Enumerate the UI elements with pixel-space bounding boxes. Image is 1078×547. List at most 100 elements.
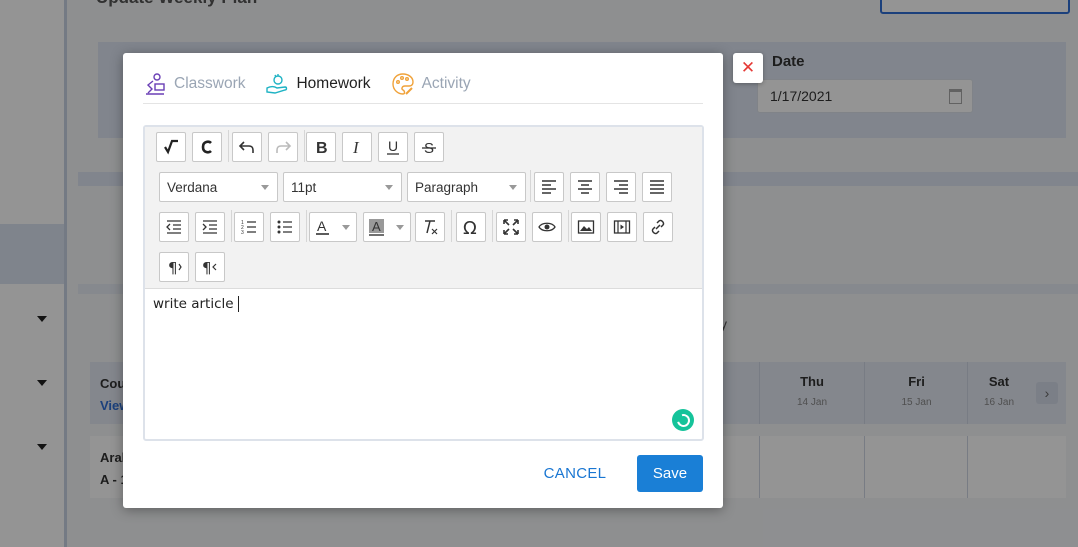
- indent-icon: [202, 220, 217, 234]
- block-format-select[interactable]: Paragraph: [407, 172, 526, 202]
- tab-label: Homework: [296, 75, 371, 92]
- preview-button[interactable]: [532, 212, 562, 242]
- background-color-button[interactable]: A: [363, 212, 411, 242]
- font-size-value: 11pt: [291, 180, 317, 195]
- toolbar-separator: [451, 210, 452, 242]
- activity-icon: [391, 73, 414, 95]
- text-color-icon: A: [316, 218, 329, 235]
- special-character-button[interactable]: Ω: [456, 212, 486, 242]
- italic-button[interactable]: I: [342, 132, 372, 162]
- align-left-icon: [542, 180, 556, 194]
- indent-button[interactable]: [195, 212, 225, 242]
- clear-formatting-icon: [425, 220, 438, 235]
- grammarly-icon[interactable]: [672, 409, 694, 431]
- close-icon[interactable]: ✕: [741, 58, 755, 77]
- italic-icon: I: [352, 138, 360, 156]
- numbered-list-icon: 123: [241, 220, 256, 236]
- svg-text:¶: ¶: [168, 259, 178, 276]
- undo-icon: [238, 141, 254, 153]
- toolbar-separator: [304, 130, 305, 162]
- editor-content[interactable]: write article: [153, 296, 239, 312]
- align-right-button[interactable]: [606, 172, 636, 202]
- numbered-list-button[interactable]: 123: [234, 212, 264, 242]
- close-button[interactable]: ✕: [733, 53, 763, 83]
- redo-icon: [276, 141, 292, 153]
- fullscreen-icon: [503, 219, 519, 235]
- outdent-button[interactable]: [159, 212, 189, 242]
- align-left-button[interactable]: [534, 172, 564, 202]
- eye-icon: [538, 222, 556, 232]
- bullet-list-button[interactable]: [270, 212, 300, 242]
- tab-classwork[interactable]: Classwork: [143, 72, 245, 96]
- math-button[interactable]: [156, 132, 186, 162]
- toolbar-separator: [228, 130, 229, 162]
- align-justify-button[interactable]: [642, 172, 672, 202]
- save-button[interactable]: Save: [637, 455, 703, 492]
- chemistry-button[interactable]: [192, 132, 222, 162]
- cancel-button[interactable]: CANCEL: [536, 455, 614, 491]
- svg-text:A: A: [317, 218, 327, 234]
- rich-text-editor: B I U S Verdana 11pt Paragraph 1 2 3 A A…: [143, 125, 704, 441]
- underline-icon: U: [387, 138, 399, 155]
- insert-media-button[interactable]: [607, 212, 637, 242]
- svg-text:U: U: [388, 138, 398, 154]
- fullscreen-button[interactable]: [496, 212, 526, 242]
- block-format-value: Paragraph: [415, 180, 479, 195]
- svg-text:A: A: [372, 219, 381, 234]
- chevron-down-icon: [396, 225, 404, 230]
- math-icon: [164, 139, 178, 155]
- paragraph-rtl-icon: ¶: [202, 259, 217, 276]
- font-family-select[interactable]: Verdana: [159, 172, 278, 202]
- toolbar-separator: [568, 210, 569, 242]
- redo-button[interactable]: [268, 132, 298, 162]
- clear-formatting-button[interactable]: [415, 212, 445, 242]
- chevron-down-icon: [385, 185, 393, 190]
- classwork-icon: [146, 73, 165, 95]
- font-family-value: Verdana: [167, 180, 218, 195]
- homework-modal: Classwork Homework Activity B I U S Verd…: [123, 53, 723, 508]
- strikethrough-button[interactable]: S: [414, 132, 444, 162]
- homework-icon: [266, 74, 288, 94]
- omega-icon: Ω: [463, 218, 477, 236]
- toolbar-separator: [231, 210, 232, 242]
- align-center-icon: [578, 180, 592, 194]
- link-icon: [651, 219, 665, 235]
- undo-button[interactable]: [232, 132, 262, 162]
- media-icon: [613, 220, 631, 234]
- tab-homework[interactable]: Homework: [265, 72, 371, 96]
- chevron-down-icon: [509, 185, 517, 190]
- insert-image-button[interactable]: [571, 212, 601, 242]
- text-color-button[interactable]: A: [309, 212, 357, 242]
- strikethrough-icon: S: [422, 140, 436, 156]
- editor-text[interactable]: write article: [153, 296, 234, 312]
- paragraph-ltr-icon: ¶: [168, 259, 182, 276]
- toolbar-separator: [492, 210, 493, 242]
- ltr-button[interactable]: ¶: [159, 252, 189, 282]
- bold-button[interactable]: B: [306, 132, 336, 162]
- svg-text:I: I: [352, 138, 360, 156]
- rtl-button[interactable]: ¶: [195, 252, 225, 282]
- bullet-list-icon: [277, 220, 292, 234]
- tab-label: Classwork: [174, 75, 246, 92]
- text-cursor: [237, 296, 239, 312]
- tab-label: Activity: [421, 75, 471, 92]
- font-size-select[interactable]: 11pt: [283, 172, 402, 202]
- align-center-button[interactable]: [570, 172, 600, 202]
- outdent-icon: [166, 220, 181, 234]
- editor-toolbar: B I U S Verdana 11pt Paragraph 1 2 3 A A…: [145, 127, 702, 289]
- chemistry-icon: [201, 140, 212, 154]
- insert-link-button[interactable]: [643, 212, 673, 242]
- svg-text:¶: ¶: [202, 259, 212, 276]
- chevron-down-icon: [342, 225, 350, 230]
- underline-button[interactable]: U: [378, 132, 408, 162]
- image-icon: [577, 220, 595, 234]
- tab-activity[interactable]: Activity: [391, 72, 471, 96]
- toolbar-separator: [306, 210, 307, 242]
- align-right-icon: [614, 180, 628, 194]
- svg-text:3: 3: [241, 230, 244, 236]
- align-justify-icon: [650, 180, 664, 194]
- plan-tabs: Classwork Homework Activity: [143, 65, 703, 104]
- bold-icon: B: [316, 140, 328, 156]
- svg-text:B: B: [316, 140, 328, 156]
- background-color-icon: A: [369, 219, 384, 236]
